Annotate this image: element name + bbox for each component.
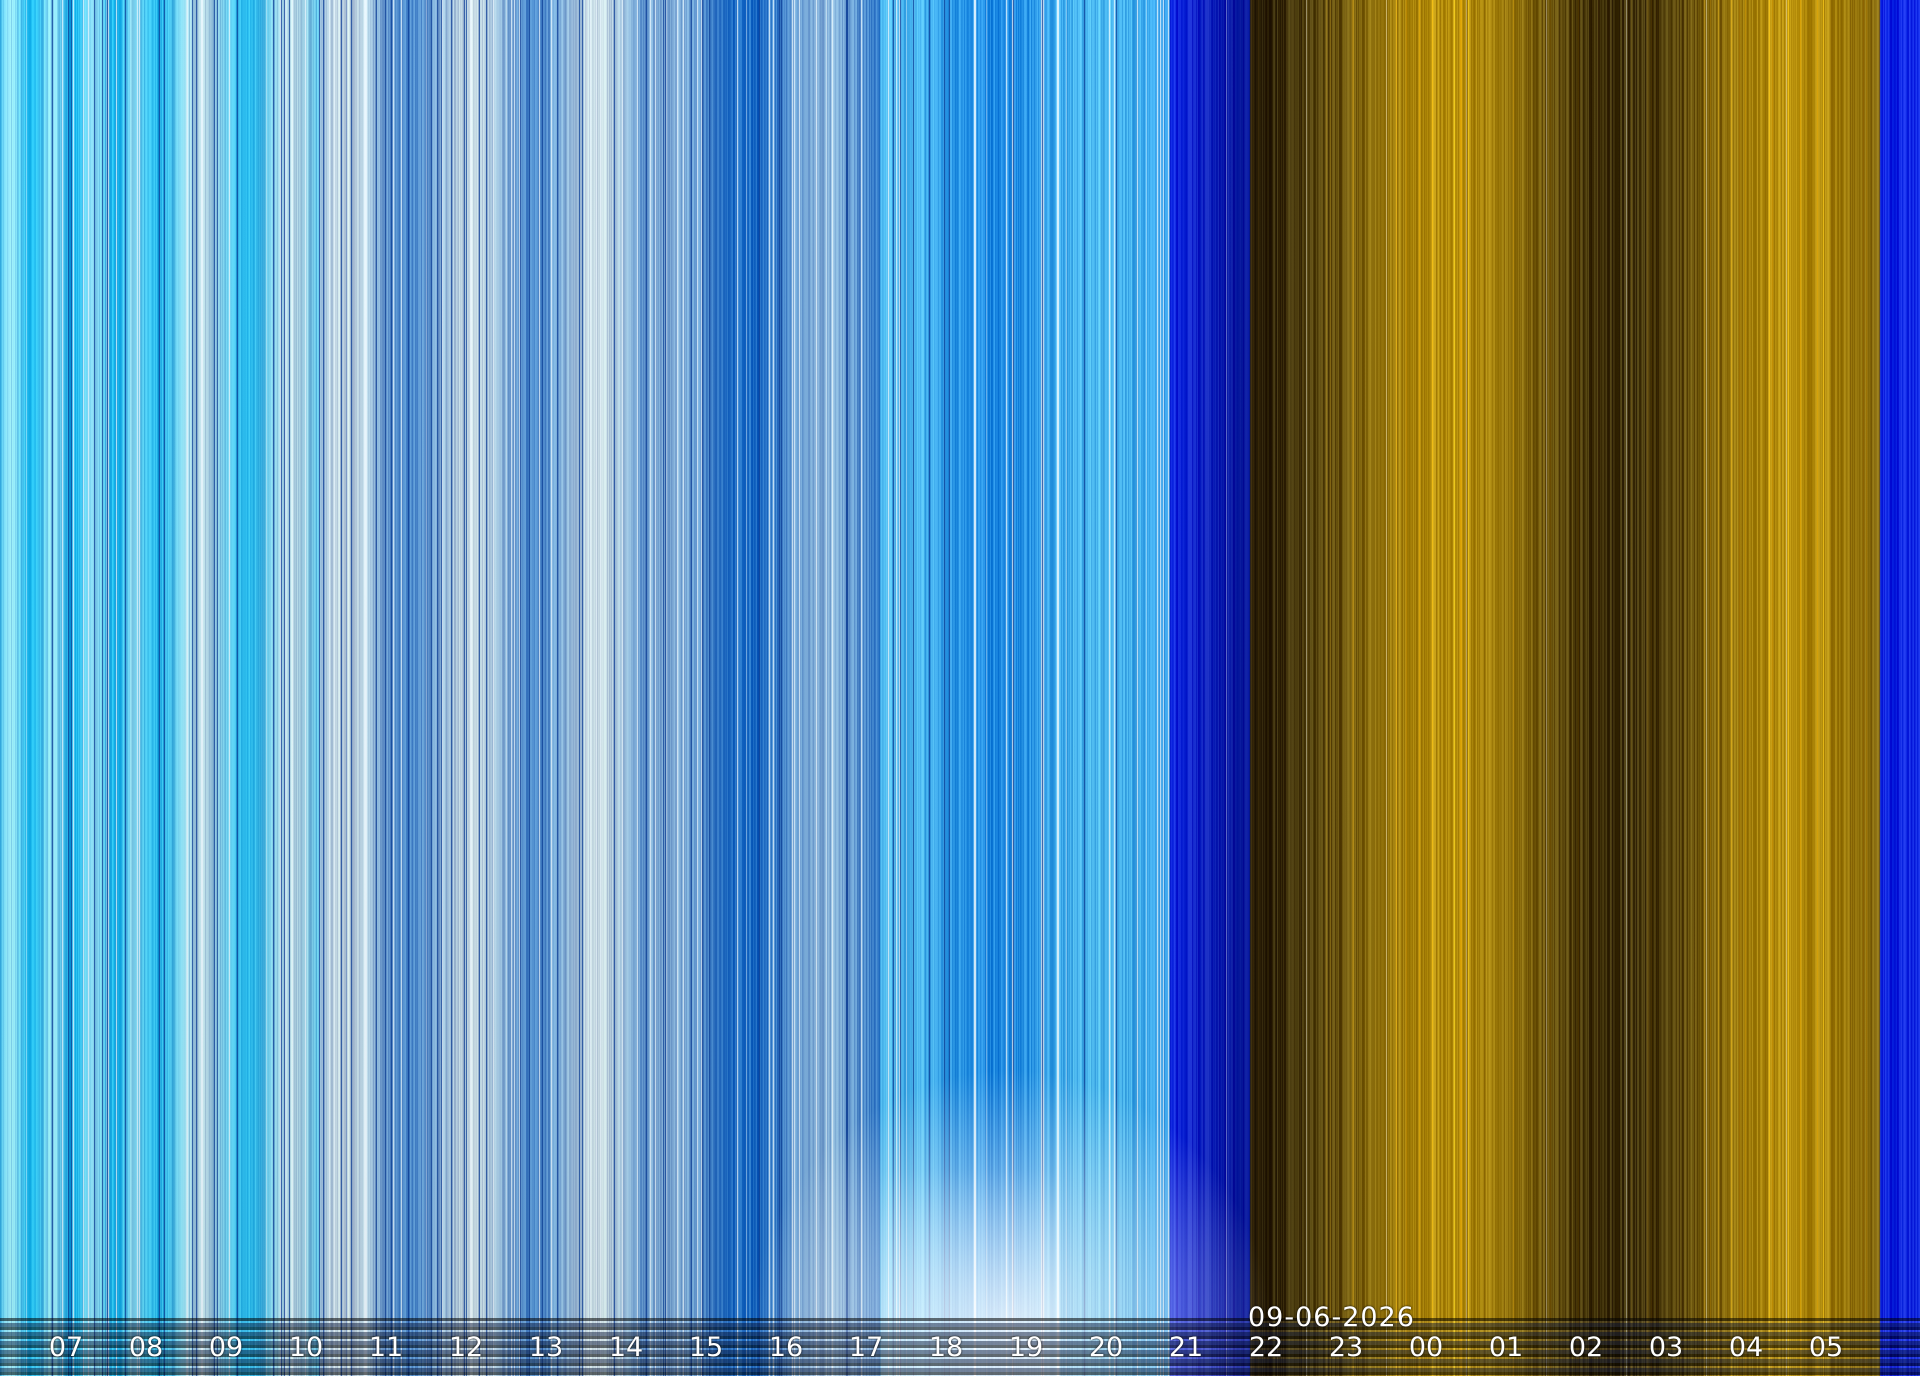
hour-label: 08	[128, 1332, 164, 1363]
hour-label: 19	[1008, 1332, 1044, 1363]
hour-label: 09	[208, 1332, 244, 1363]
hour-label: 12	[448, 1332, 484, 1363]
hour-label: 07	[48, 1332, 84, 1363]
sky-stripes	[0, 0, 1920, 1376]
hour-label: 04	[1728, 1332, 1764, 1363]
date-label: 09-06-2026	[1248, 1302, 1415, 1333]
hour-label: 03	[1648, 1332, 1684, 1363]
keogram-image: 09-06-2026 07 08 09 10 11 12 13 14 15 16 17 18 19 20 2…	[0, 0, 1920, 1376]
hour-label: 01	[1488, 1332, 1524, 1363]
hour-label: 13	[528, 1332, 564, 1363]
hour-label: 21	[1168, 1332, 1204, 1363]
hour-label: 00	[1408, 1332, 1444, 1363]
hour-label: 22	[1248, 1332, 1284, 1363]
hour-label: 18	[928, 1332, 964, 1363]
hour-label: 02	[1568, 1332, 1604, 1363]
hour-label: 15	[688, 1332, 724, 1363]
hour-label: 20	[1088, 1332, 1124, 1363]
hour-label: 23	[1328, 1332, 1364, 1363]
hour-label: 14	[608, 1332, 644, 1363]
hour-label: 05	[1808, 1332, 1844, 1363]
hour-label: 16	[768, 1332, 804, 1363]
hour-label: 17	[848, 1332, 884, 1363]
hour-label: 11	[368, 1332, 404, 1363]
hour-label: 10	[288, 1332, 324, 1363]
